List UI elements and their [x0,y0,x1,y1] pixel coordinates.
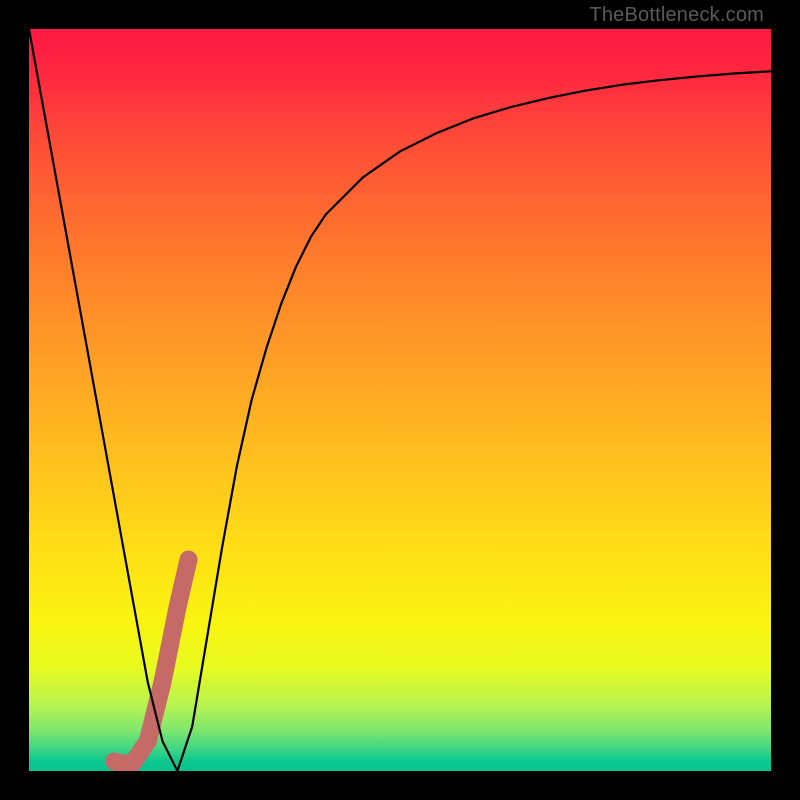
frame-right [771,0,800,800]
frame-left [0,0,29,800]
plot-area [29,29,771,771]
bottleneck-curve [29,29,771,771]
frame-bottom [0,771,800,800]
watermark: TheBottleneck.com [589,4,764,27]
curve-overlay [29,29,771,771]
